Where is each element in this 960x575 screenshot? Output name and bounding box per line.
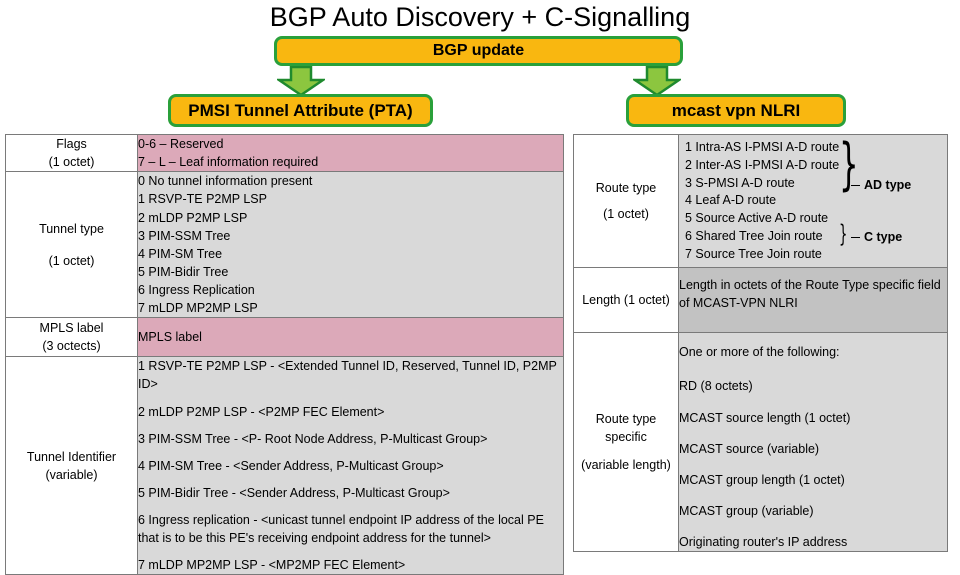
field-size: (variable) xyxy=(45,467,98,482)
value-line: 3 PIM-SSM Tree - <P- Root Node Address, … xyxy=(138,431,488,446)
pta-field-tunnel-type: Tunnel type (1 octet) xyxy=(5,171,138,319)
c-type-group-label: C type xyxy=(864,230,903,244)
value-line: 4 PIM-SM Tree xyxy=(138,246,223,261)
pta-value-mpls-label: MPLS label xyxy=(137,317,564,358)
value-line: MCAST group length (1 octet) xyxy=(679,472,845,487)
value-line: MCAST source (variable) xyxy=(679,441,820,456)
route-type-entry: 4 Leaf A-D route xyxy=(685,193,777,208)
nlri-field-table: Route type (1 octet) 1 Intra-AS I-PMSI A… xyxy=(573,133,948,553)
c-type-brace-icon: } xyxy=(839,220,848,248)
route-type-entry: 2 Inter-AS I-PMSI A-D route xyxy=(685,157,840,172)
value-line: 2 mLDP P2MP LSP - <P2MP FEC Element> xyxy=(138,404,385,419)
pmsi-tunnel-attribute-box: PMSI Tunnel Attribute (PTA) xyxy=(168,94,433,127)
bgp-update-label: BGP update xyxy=(432,42,525,59)
value-line: 6 Ingress replication - <unicast tunnel … xyxy=(138,513,544,546)
field-name: Flags xyxy=(56,137,87,151)
route-type-entry: 7 Source Tree Join route xyxy=(685,246,822,261)
mcast-vpn-nlri-label: mcast vpn NLRI xyxy=(671,101,801,120)
table-row: Tunnel type (1 octet) 0 No tunnel inform… xyxy=(5,171,564,319)
pta-field-tunnel-identifier: Tunnel Identifier (variable) xyxy=(5,356,138,575)
ad-type-connector xyxy=(851,185,860,186)
route-type-list: 1 Intra-AS I-PMSI A-D route 2 Inter-AS I… xyxy=(685,139,941,263)
field-name: Route type specific xyxy=(595,412,657,445)
table-row: Flags (1 octet) 0-6 – Reserved 7 – L – L… xyxy=(5,133,564,173)
value-line: RD (8 octets) xyxy=(679,379,753,394)
field-size: (1 octet) xyxy=(48,253,95,268)
route-type-entry: 6 Shared Tree Join route xyxy=(685,228,823,243)
page-title: BGP Auto Discovery + C-Signalling xyxy=(269,2,691,32)
value-line: 4 PIM-SM Tree - <Sender Address, P-Multi… xyxy=(138,458,444,473)
field-name: Route type xyxy=(595,181,657,195)
value-line: 7 – L – Leaf information required xyxy=(138,155,319,170)
pta-value-tunnel-type: 0 No tunnel information present 1 RSVP-T… xyxy=(137,171,564,319)
field-name: Tunnel Identifier xyxy=(26,449,117,464)
pmsi-tunnel-attribute-label: PMSI Tunnel Attribute (PTA) xyxy=(188,101,413,120)
table-row: Route type specific (variable length) On… xyxy=(573,332,948,553)
table-row: Length (1 octet) Length in octets of the… xyxy=(573,267,948,334)
pta-field-table: Flags (1 octet) 0-6 – Reserved 7 – L – L… xyxy=(5,133,564,575)
value-line: MCAST source length (1 octet) xyxy=(679,410,851,425)
value-line: 2 mLDP P2MP LSP xyxy=(138,210,248,225)
value-line: 0-6 – Reserved xyxy=(138,137,224,151)
nlri-field-route-type-specific: Route type specific (variable length) xyxy=(573,332,679,553)
field-size: (1 octet) xyxy=(603,207,649,222)
value-line: 1 RSVP-TE P2MP LSP - <Extended Tunnel ID… xyxy=(138,359,557,392)
value-line: 5 PIM-Bidir Tree xyxy=(138,264,229,279)
pta-value-flags: 0-6 – Reserved 7 – L – Leaf information … xyxy=(137,133,564,173)
value-line: Length in octets of the Route Type speci… xyxy=(679,278,941,311)
table-row: MPLS label (3 octects) MPLS label xyxy=(5,317,564,358)
down-arrow-icon xyxy=(633,66,681,96)
value-line: 5 PIM-Bidir Tree - <Sender Address, P-Mu… xyxy=(138,485,450,500)
nlri-field-length: Length (1 octet) xyxy=(573,267,679,334)
route-type-entry: 5 Source Active A-D route xyxy=(685,211,829,225)
table-row: Route type (1 octet) 1 Intra-AS I-PMSI A… xyxy=(573,133,948,269)
nlri-value-route-type-specific: One or more of the following: RD (8 octe… xyxy=(678,332,948,553)
value-intro: One or more of the following: xyxy=(679,345,840,360)
field-size: (3 octects) xyxy=(42,339,101,354)
value-line: 0 No tunnel information present xyxy=(138,174,313,189)
value-line: MPLS label xyxy=(138,330,202,345)
value-line: 7 mLDP MP2MP LSP - <MP2MP FEC Element> xyxy=(138,558,406,573)
mcast-vpn-nlri-box: mcast vpn NLRI xyxy=(626,94,846,127)
field-name: Length (1 octet) xyxy=(582,293,670,308)
value-line: MCAST group (variable) xyxy=(679,503,814,518)
ad-type-group-label: AD type xyxy=(864,178,912,192)
field-size: (variable length) xyxy=(581,458,671,473)
bgp-update-box: BGP update xyxy=(274,36,683,66)
nlri-field-route-type: Route type (1 octet) xyxy=(573,133,679,269)
field-name: Tunnel type xyxy=(39,221,104,236)
value-line: 6 Ingress Replication xyxy=(138,283,255,297)
field-size: (1 octet) xyxy=(48,155,95,170)
pta-value-tunnel-identifier: 1 RSVP-TE P2MP LSP - <Extended Tunnel ID… xyxy=(137,356,564,575)
c-type-connector xyxy=(851,237,860,238)
value-line: 3 PIM-SSM Tree xyxy=(138,228,231,243)
nlri-value-length: Length in octets of the Route Type speci… xyxy=(678,267,948,334)
down-arrow-icon xyxy=(277,66,325,96)
pta-field-flags: Flags (1 octet) xyxy=(5,133,138,173)
value-line: 7 mLDP MP2MP LSP xyxy=(138,301,258,316)
value-line: 1 RSVP-TE P2MP LSP xyxy=(138,192,267,207)
pta-field-mpls-label: MPLS label (3 octects) xyxy=(5,317,138,358)
field-name: MPLS label xyxy=(39,321,104,336)
nlri-value-route-type: 1 Intra-AS I-PMSI A-D route 2 Inter-AS I… xyxy=(678,133,948,269)
value-line: Originating router's IP address xyxy=(679,535,848,549)
table-row: Tunnel Identifier (variable) 1 RSVP-TE P… xyxy=(5,356,564,575)
route-type-entry: 1 Intra-AS I-PMSI A-D route xyxy=(685,140,840,154)
